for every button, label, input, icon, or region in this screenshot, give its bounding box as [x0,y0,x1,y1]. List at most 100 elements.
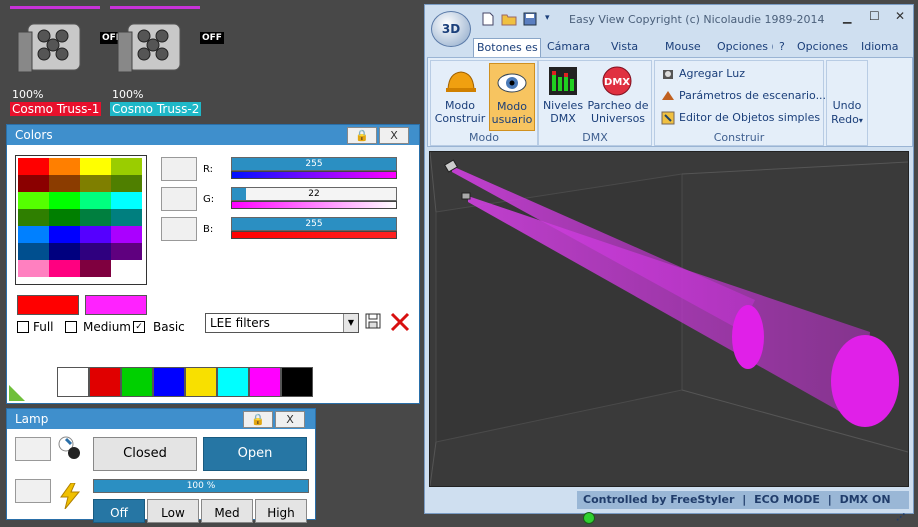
color-preset-button-3[interactable] [161,217,197,241]
low-button[interactable]: Low [147,499,199,523]
editor-objetos-button[interactable]: Editor de Objetos simples [679,111,820,124]
palette-cell[interactable] [18,192,49,209]
palette-cell[interactable] [18,209,49,226]
lock-icon[interactable]: 🔒 [243,411,273,428]
palette-cell[interactable] [18,226,49,243]
dimmer-button[interactable] [15,479,51,503]
palette-cell[interactable] [80,226,111,243]
palette-cell[interactable] [111,260,142,277]
fixture-cosmo-truss-2[interactable]: OFF 100% Cosmo Truss-2 [110,6,224,118]
quick-color-swatch[interactable] [281,367,313,397]
minimize-button[interactable]: ▁ [843,11,851,24]
redo-button[interactable]: Redo▾ [827,113,867,127]
opciones-menu[interactable]: Opciones [797,38,848,56]
med-button[interactable]: Med [201,499,253,523]
palette-cell[interactable] [18,243,49,260]
filter-select[interactable]: LEE filters ▼ [205,313,359,333]
palette-cell[interactable] [49,192,80,209]
open-button[interactable]: Open [203,437,307,471]
resize-grip-icon[interactable]: ⋰ [896,509,905,527]
palette-cell[interactable] [49,209,80,226]
close-window-button[interactable]: ✕ [895,9,905,23]
object-editor-icon [661,111,675,125]
palette-cell[interactable] [111,175,142,192]
tab-vista[interactable]: Vista [611,38,638,56]
parametros-escenario-button[interactable]: Parámetros de escenario... [679,89,826,102]
maximize-button[interactable]: ☐ [869,9,880,23]
green-slider[interactable]: 22 [231,187,397,201]
palette-cell[interactable] [111,226,142,243]
idioma-menu[interactable]: Idioma [861,38,898,56]
quick-color-swatch[interactable] [89,367,121,397]
palette-cell[interactable] [111,209,142,226]
app-logo-button[interactable]: 3D [431,11,471,47]
palette-cell[interactable] [80,175,111,192]
palette-cell[interactable] [49,226,80,243]
tab-botones[interactable]: Botones es [473,38,541,57]
high-button[interactable]: High [255,499,307,523]
fixture-color-bar [110,6,200,9]
quick-color-swatch[interactable] [121,367,153,397]
modo-construir-button[interactable]: Modo Construir [431,99,489,125]
tab-opciones[interactable]: Opciones ( [717,38,773,56]
shutter-button[interactable] [15,437,51,461]
off-button[interactable]: Off [93,499,145,523]
palette-cell[interactable] [111,158,142,175]
fixture-name: Cosmo Truss-2 [110,102,202,116]
fixture-cosmo-truss-1[interactable]: OFF 100% Cosmo Truss-1 [10,6,124,118]
palette-cell[interactable] [49,158,80,175]
palette-cell[interactable] [49,243,80,260]
3d-scene [430,152,908,486]
palette-cell[interactable] [111,192,142,209]
chevron-down-icon: ▾ [858,116,863,125]
chevron-down-icon[interactable]: ▼ [343,314,358,332]
save-icon[interactable] [365,313,381,329]
closed-button[interactable]: Closed [93,437,197,471]
resize-corner-icon[interactable] [9,383,27,401]
palette-cell[interactable] [80,192,111,209]
3d-viewport[interactable] [429,151,909,487]
close-button[interactable]: X [379,127,409,144]
palette-cell[interactable] [49,175,80,192]
help-menu[interactable]: ? [779,38,785,56]
blue-slider[interactable]: 255 [231,217,397,231]
palette-cell[interactable] [18,260,49,277]
quick-color-swatch[interactable] [57,367,89,397]
palette-cell[interactable] [80,209,111,226]
full-checkbox[interactable] [17,321,29,333]
palette-cell[interactable] [18,175,49,192]
basic-checkbox[interactable]: ✓ [133,321,145,333]
tab-camara[interactable]: Cámara [547,38,590,56]
color-preset-button-1[interactable] [161,157,197,181]
lock-icon[interactable]: 🔒 [347,127,377,144]
dimmer-slider[interactable]: 100 % [93,479,309,493]
delete-icon[interactable] [389,311,411,333]
new-file-icon[interactable] [481,12,495,26]
quick-color-swatch[interactable] [153,367,185,397]
quick-color-swatch[interactable] [185,367,217,397]
close-button[interactable]: X [275,411,305,428]
parcheo-universos-button[interactable]: Parcheo de Universos [585,99,651,125]
palette-cell[interactable] [80,260,111,277]
palette-cell[interactable] [80,243,111,260]
palette-cell[interactable] [18,158,49,175]
palette-cell[interactable] [111,243,142,260]
palette-cell[interactable] [80,158,111,175]
medium-checkbox[interactable] [65,321,77,333]
color-preset-button-2[interactable] [161,187,197,211]
fixture-off-badge: OFF [200,32,224,44]
agregar-luz-button[interactable]: Agregar Luz [679,67,745,80]
qat-dropdown-icon[interactable]: ▾ [545,13,550,23]
modo-usuario-button[interactable]: Modo usuario [489,63,535,131]
save-icon[interactable] [523,12,537,26]
colors-panel: Colors 🔒 X R: G: B: 255 22 255 Full Medi… [6,124,420,404]
red-slider[interactable]: 255 [231,157,397,171]
niveles-dmx-button[interactable]: Niveles DMX [539,99,587,125]
quick-color-swatch[interactable] [217,367,249,397]
red-value: 255 [305,159,323,169]
palette-cell[interactable] [49,260,80,277]
quick-color-swatch[interactable] [249,367,281,397]
tab-mouse[interactable]: Mouse [665,38,701,56]
eye-icon [496,68,528,98]
open-folder-icon[interactable] [501,12,517,26]
